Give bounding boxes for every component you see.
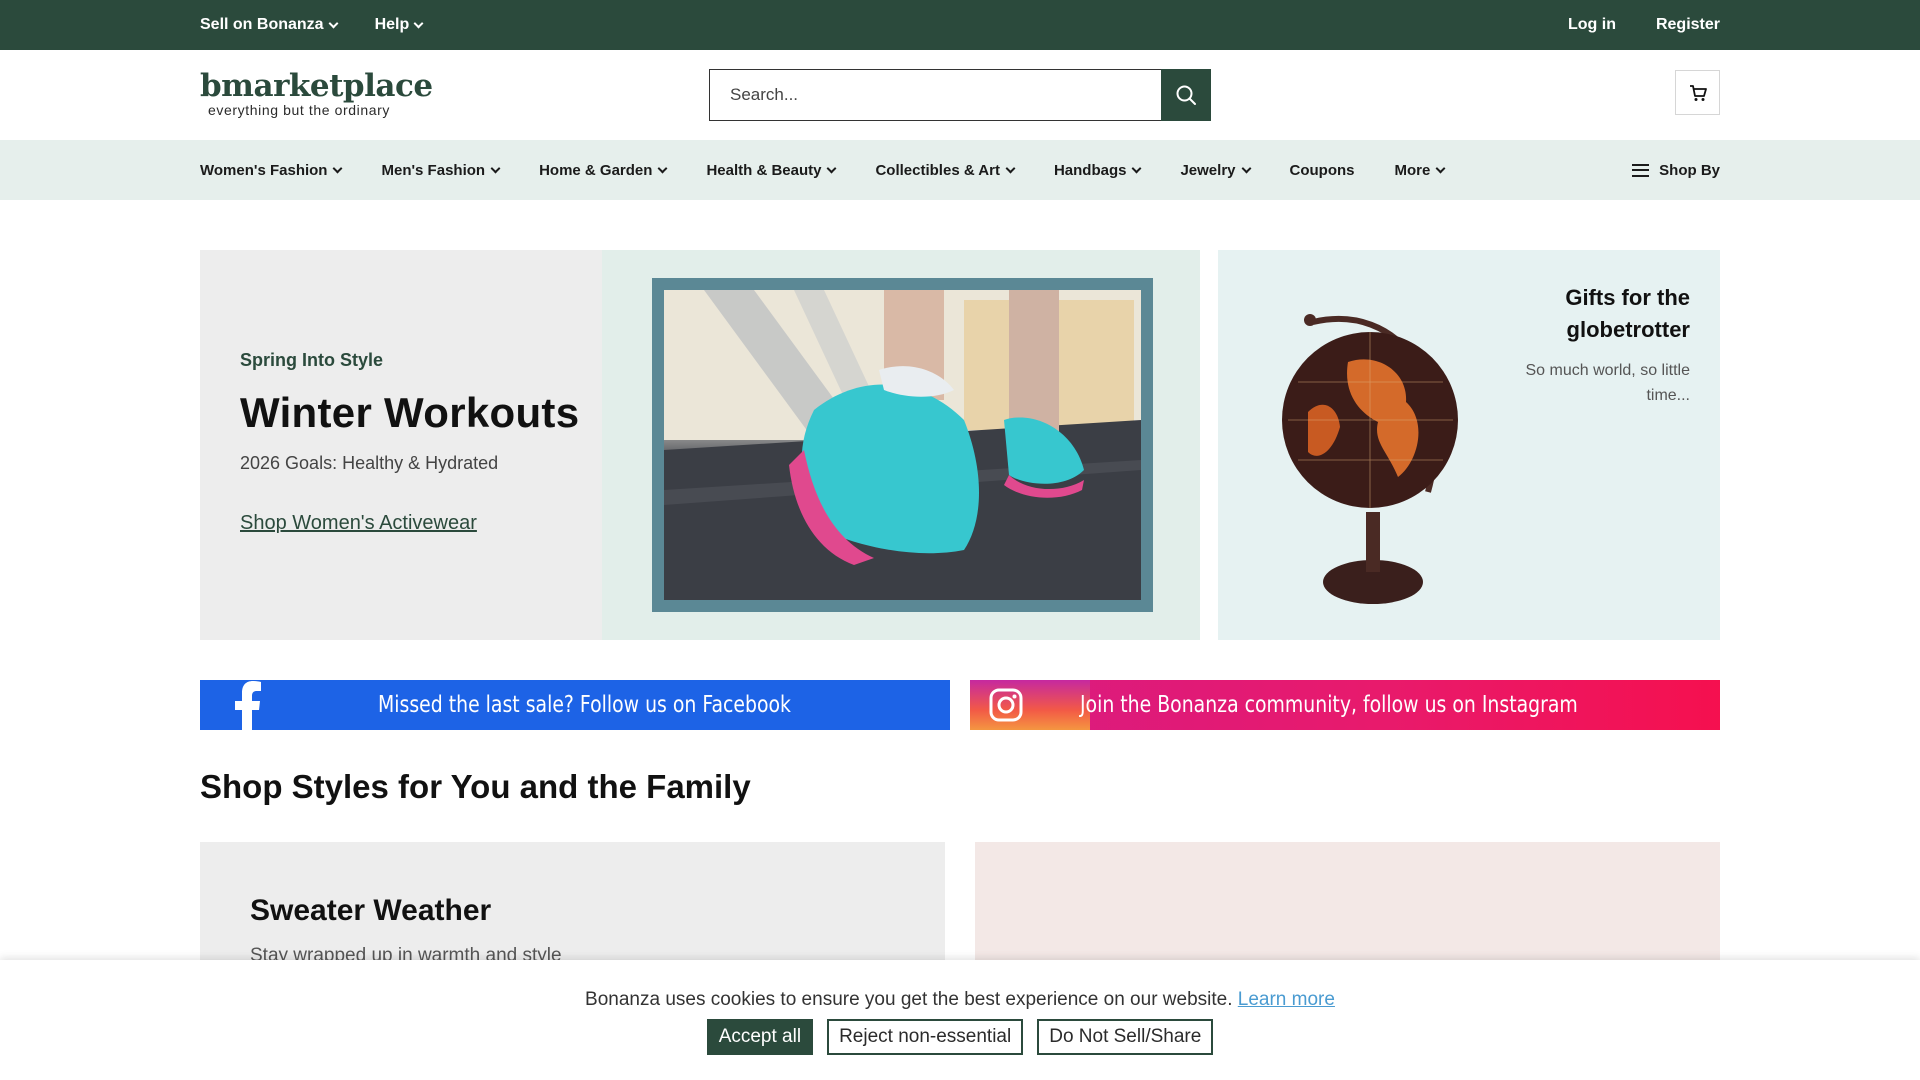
search-bar — [709, 69, 1211, 121]
search-button[interactable] — [1161, 69, 1211, 121]
nav-mens-fashion[interactable]: Men's Fashion — [381, 161, 501, 179]
search-icon — [1176, 85, 1196, 105]
chevron-down-icon — [1005, 163, 1016, 173]
nav-label: More — [1394, 161, 1431, 179]
cart-icon — [1689, 84, 1707, 101]
promo-title: Gifts for the globetrotter — [1565, 285, 1690, 342]
section-title: Shop Styles for You and the Family — [200, 768, 751, 805]
logo[interactable]: bmarketplace everything but the ordinary — [200, 68, 433, 122]
cart-button[interactable] — [1675, 70, 1720, 115]
search-input[interactable] — [709, 69, 1161, 121]
reject-non-essential-button[interactable]: Reject non-essential — [827, 1019, 1024, 1055]
do-not-sell-button[interactable]: Do Not Sell/Share — [1037, 1019, 1214, 1055]
nav-more[interactable]: More — [1394, 161, 1446, 179]
sell-label: Sell on Bonanza — [200, 16, 324, 33]
card-title: Sweater Weather — [250, 894, 492, 927]
register-link[interactable]: Register — [1656, 16, 1720, 34]
shop-by-label: Shop By — [1659, 161, 1720, 179]
chevron-down-icon — [413, 18, 424, 28]
nav-label: Health & Beauty — [706, 161, 822, 179]
hamburger-icon — [1632, 163, 1650, 177]
nav-label: Jewelry — [1180, 161, 1236, 179]
nav-label: Home & Garden — [539, 161, 653, 179]
hero-text: Spring Into Style Winter Workouts 2026 G… — [240, 350, 580, 535]
nav-label: Handbags — [1053, 161, 1127, 179]
globe-image — [1282, 314, 1458, 604]
chevron-down-icon — [328, 18, 339, 28]
accept-all-button[interactable]: Accept all — [706, 1019, 814, 1055]
nav-label: Men's Fashion — [381, 161, 486, 179]
hero-subtitle: 2026 Goals: Healthy & Hydrated — [240, 453, 499, 473]
nav-handbags[interactable]: Handbags — [1053, 161, 1142, 179]
shop-by-menu[interactable]: Shop By — [1632, 162, 1720, 179]
logo-wordmark: bmarketplace — [200, 68, 433, 104]
hero-image-panel — [602, 250, 1200, 640]
learn-more-link[interactable]: Learn more — [1238, 989, 1335, 1010]
nav-collectibles-art[interactable]: Collectibles & Art — [875, 161, 1016, 179]
hero-banner[interactable]: Spring Into Style Winter Workouts 2026 G… — [200, 250, 1200, 640]
facebook-icon — [235, 681, 261, 730]
help-label: Help — [374, 16, 410, 33]
nav-label: Collectibles & Art — [875, 161, 1000, 179]
chevron-down-icon — [1435, 163, 1446, 173]
header: bmarketplace everything but the ordinary — [0, 50, 1920, 140]
login-link[interactable]: Log in — [1568, 16, 1616, 34]
nav-label: Women's Fashion — [200, 161, 328, 179]
cookie-text: Bonanza uses cookies to ensure you get t… — [585, 989, 1233, 1010]
chevron-down-icon — [827, 163, 837, 173]
facebook-banner-text: Missed the last sale? Follow us on Faceb… — [378, 692, 791, 718]
promo-subtitle: So much world, so little time... — [1525, 362, 1690, 404]
cookie-message: Bonanza uses cookies to ensure you get t… — [0, 989, 1920, 1011]
globetrotter-promo[interactable]: Gifts for the globetrotter So much world… — [1218, 250, 1720, 640]
cookie-banner: Bonanza uses cookies to ensure you get t… — [0, 960, 1920, 1080]
hero-image-frame — [652, 278, 1153, 612]
nav-label: Coupons — [1289, 161, 1355, 179]
chevron-down-icon — [1241, 163, 1251, 173]
nav-womens-fashion[interactable]: Women's Fashion — [200, 161, 343, 179]
hero-title: Winter Workouts — [240, 389, 580, 436]
help-menu[interactable]: Help — [374, 16, 424, 34]
shop-womens-activewear-link[interactable]: Shop Women's Activewear — [240, 512, 477, 535]
nav-home-garden[interactable]: Home & Garden — [539, 161, 668, 179]
instagram-icon — [989, 688, 1023, 722]
top-bar: Sell on Bonanza Help Log in Register — [0, 0, 1920, 50]
cookie-buttons: Accept all Reject non-essential Do Not S… — [0, 1019, 1920, 1055]
treadmill-sneakers-image — [664, 290, 1141, 600]
sell-on-bonanza-menu[interactable]: Sell on Bonanza — [200, 16, 339, 34]
nav-coupons[interactable]: Coupons — [1290, 162, 1355, 179]
category-nav: Women's Fashion Men's Fashion Home & Gar… — [0, 140, 1920, 200]
chevron-down-icon — [657, 163, 668, 173]
instagram-banner-text: Join the Bonanza community, follow us on… — [1080, 692, 1578, 718]
nav-health-beauty[interactable]: Health & Beauty — [706, 161, 837, 179]
nav-jewelry[interactable]: Jewelry — [1180, 161, 1251, 179]
chevron-down-icon — [1132, 163, 1142, 173]
chevron-down-icon — [333, 163, 343, 173]
facebook-banner[interactable]: Missed the last sale? Follow us on Faceb… — [200, 680, 950, 730]
instagram-banner[interactable]: Join the Bonanza community, follow us on… — [970, 680, 1720, 730]
chevron-down-icon — [490, 163, 501, 173]
logo-tagline: everything but the ordinary — [208, 102, 390, 118]
hero-eyebrow: Spring Into Style — [240, 350, 384, 370]
